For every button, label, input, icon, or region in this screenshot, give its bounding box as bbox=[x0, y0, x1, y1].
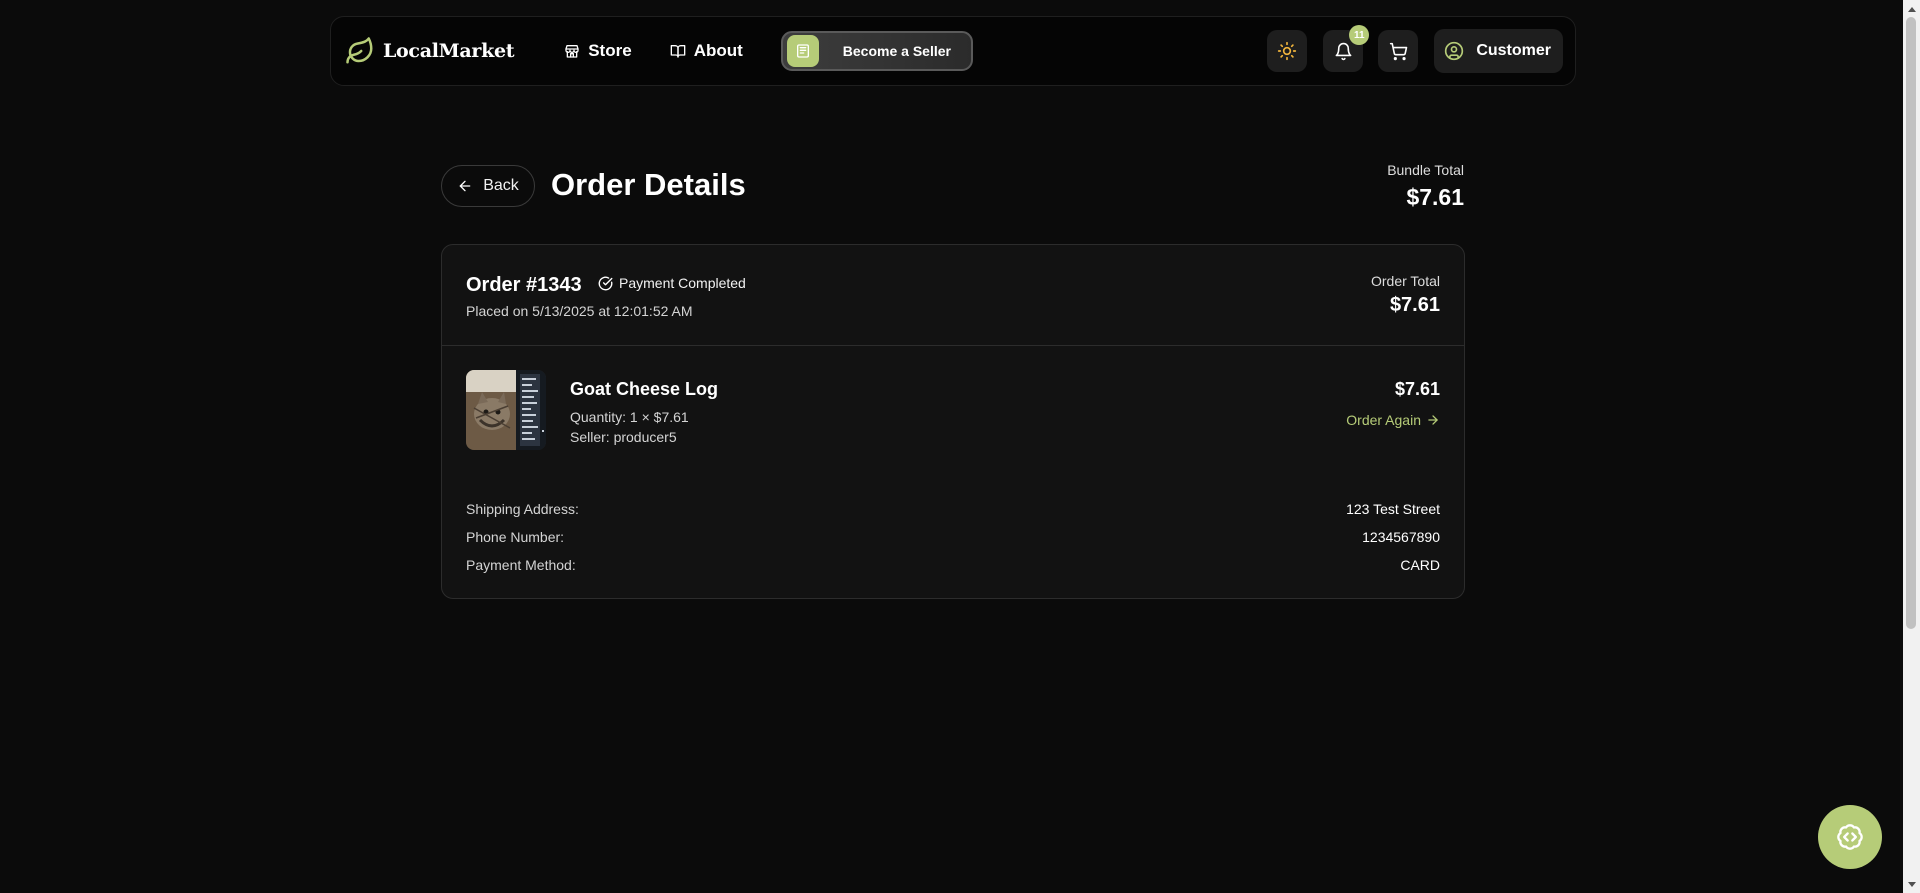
bell-icon bbox=[1334, 42, 1353, 61]
order-info: Shipping Address: 123 Test Street Phone … bbox=[466, 501, 1440, 585]
info-row-phone: Phone Number: 1234567890 bbox=[466, 529, 1440, 557]
payment-status: Payment Completed bbox=[598, 275, 746, 291]
notification-badge: 11 bbox=[1349, 25, 1370, 45]
order-total-value: $7.61 bbox=[1389, 294, 1440, 316]
become-seller-label: Become a Seller bbox=[842, 43, 951, 59]
leaf-icon bbox=[345, 36, 375, 66]
logo[interactable]: LocalMarket bbox=[345, 36, 515, 66]
user-menu-button[interactable]: Customer bbox=[1434, 29, 1563, 73]
user-label: Customer bbox=[1476, 42, 1551, 59]
theme-toggle-button[interactable] bbox=[1267, 30, 1308, 72]
order-total: Order Total $7.61 bbox=[1371, 273, 1440, 317]
nav-link-about[interactable]: About bbox=[670, 41, 743, 61]
product-name[interactable]: Goat Cheese Log bbox=[570, 379, 718, 400]
book-icon bbox=[670, 43, 686, 59]
product-price: $7.61 bbox=[1394, 379, 1440, 399]
order-total-label: Order Total bbox=[1371, 273, 1440, 289]
order-item: Goat Cheese Log Quantity: 1 × $7.61 Sell… bbox=[442, 346, 1464, 466]
info-key: Shipping Address: bbox=[466, 501, 579, 517]
arrow-left-icon bbox=[457, 178, 473, 194]
logo-text: LocalMarket bbox=[383, 40, 515, 62]
seller-icon bbox=[786, 35, 819, 67]
floating-help-button[interactable] bbox=[1818, 805, 1882, 869]
nav-link-about-label: About bbox=[693, 41, 743, 60]
placed-date: Placed on 5/13/2025 at 12:01:52 AM bbox=[466, 303, 693, 319]
order-header: Order #1343 Payment Completed Placed on … bbox=[442, 245, 1464, 346]
arrow-right-icon bbox=[1426, 413, 1440, 427]
product-quantity: Quantity: 1 × $7.61 bbox=[570, 409, 689, 425]
user-circle-icon bbox=[1444, 41, 1464, 61]
info-row-shipping: Shipping Address: 123 Test Street bbox=[466, 501, 1440, 529]
back-label: Back bbox=[483, 177, 519, 194]
bundle-total-label: Bundle Total bbox=[1387, 162, 1464, 178]
order-again-label: Order Again bbox=[1346, 412, 1421, 428]
info-row-payment: Payment Method: CARD bbox=[466, 557, 1440, 585]
badge-code-icon bbox=[1836, 823, 1864, 851]
page-title: Order Details bbox=[551, 167, 746, 202]
info-value: CARD bbox=[1400, 557, 1440, 573]
order-number: Order #1343 bbox=[466, 274, 582, 296]
nav-link-store[interactable]: Store bbox=[564, 41, 632, 61]
bundle-total-value: $7.61 bbox=[1406, 184, 1464, 210]
scroll-up-arrow-icon[interactable] bbox=[1903, 0, 1920, 17]
back-button[interactable]: Back bbox=[441, 165, 535, 207]
page-scrollbar[interactable] bbox=[1903, 0, 1920, 893]
bundle-total: Bundle Total $7.61 bbox=[1387, 162, 1464, 211]
cart-icon bbox=[1389, 42, 1408, 61]
order-again-link[interactable]: Order Again bbox=[1346, 412, 1440, 428]
check-circle-icon bbox=[598, 276, 613, 291]
info-value: 1234567890 bbox=[1362, 529, 1440, 545]
become-seller-button[interactable]: Become a Seller bbox=[780, 31, 973, 71]
product-seller: Seller: producer5 bbox=[570, 429, 677, 445]
store-icon bbox=[564, 43, 580, 59]
nav-actions: 11 Customer bbox=[1267, 25, 1563, 73]
scroll-down-arrow-icon[interactable] bbox=[1903, 876, 1920, 893]
notifications-button[interactable]: 11 bbox=[1323, 25, 1370, 72]
product-image[interactable] bbox=[466, 370, 546, 450]
order-card: Order #1343 Payment Completed Placed on … bbox=[441, 244, 1465, 599]
nav-link-store-label: Store bbox=[588, 41, 632, 60]
payment-status-label: Payment Completed bbox=[619, 275, 746, 291]
navbar: LocalMarket Store About Become a Seller bbox=[330, 16, 1576, 86]
scrollbar-thumb[interactable] bbox=[1906, 17, 1916, 629]
cart-button[interactable] bbox=[1378, 30, 1419, 72]
sun-icon bbox=[1277, 41, 1297, 61]
info-key: Phone Number: bbox=[466, 529, 565, 545]
info-key: Payment Method: bbox=[466, 557, 576, 573]
info-value: 123 Test Street bbox=[1346, 501, 1440, 517]
